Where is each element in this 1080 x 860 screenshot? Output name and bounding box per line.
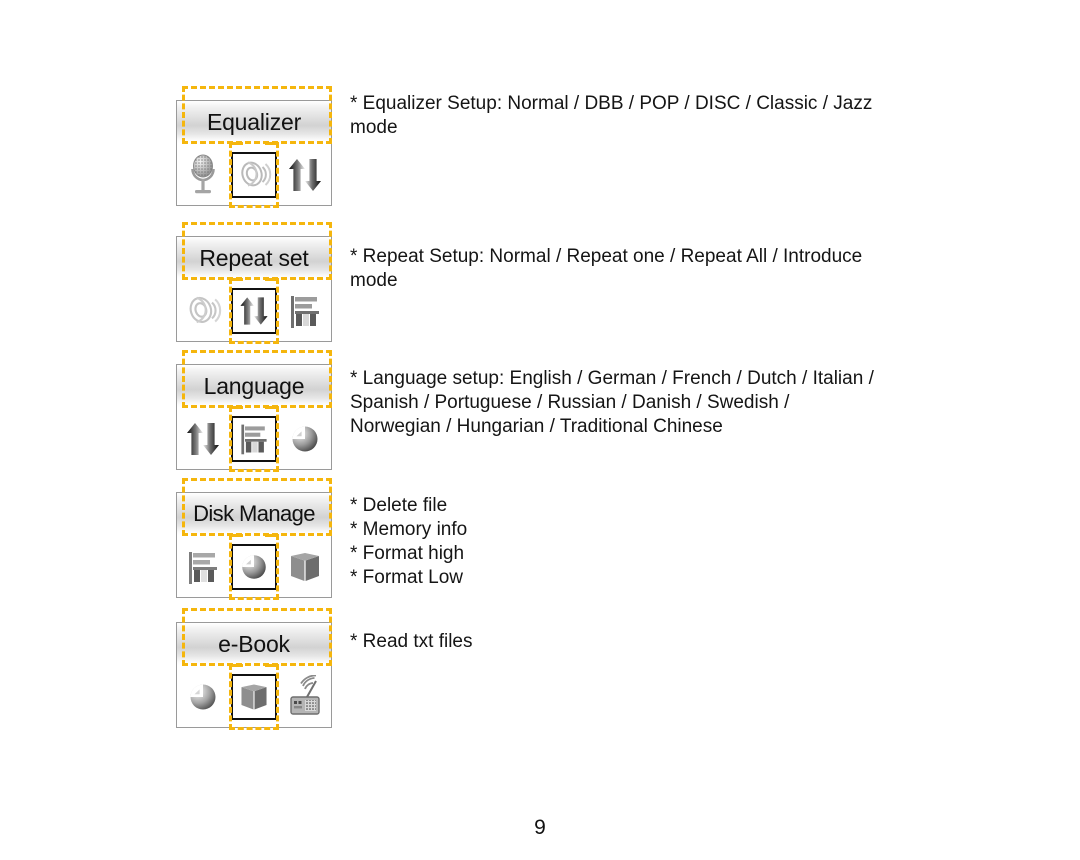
description-line: mode (350, 117, 398, 138)
description-disk-manage: * Delete file * Memory info * Format hig… (350, 494, 770, 590)
icon-slot-previous[interactable] (177, 666, 228, 728)
page-number: 9 (534, 816, 546, 839)
panel-title-label: Disk Manage (193, 501, 315, 526)
icon-slot-previous[interactable] (177, 536, 228, 598)
updown-arrows-icon (183, 417, 223, 461)
panel-title-label: Repeat set (199, 244, 309, 271)
panel-title-disk-manage: Disk Manage (177, 493, 331, 535)
description-line: * Repeat Setup: Normal / Repeat one / Re… (350, 246, 863, 267)
icon-slot-next[interactable] (279, 280, 330, 342)
microphone-icon (183, 153, 223, 197)
description-line: Norwegian / Hungarian / Traditional Chin… (350, 416, 723, 437)
panel-title-label: Equalizer (206, 108, 302, 135)
icon-carousel (177, 144, 331, 206)
description-line: * Language setup: English / German / Fre… (350, 368, 874, 389)
pie-disk-icon (186, 680, 220, 714)
description-line: * Format high (350, 543, 465, 564)
radio-icon (285, 675, 325, 719)
description-line: mode (350, 270, 398, 291)
icon-slot-next[interactable] (279, 408, 330, 470)
description-line: * Equalizer Setup: Normal / DBB / POP / … (350, 93, 873, 114)
flag-chart-icon (183, 546, 223, 588)
device-panel-language: Language (176, 350, 334, 472)
manual-page: Equalizer * Equalizer Setup: Normal / DB… (0, 0, 1080, 860)
description-line: * Read txt files (350, 631, 473, 652)
icon-slot-next[interactable] (279, 666, 330, 728)
pie-disk-icon (288, 422, 322, 456)
description-language: * Language setup: English / German / Fre… (350, 367, 938, 439)
icon-slot-previous[interactable] (177, 280, 228, 342)
icon-slot-selected[interactable] (228, 666, 279, 728)
icon-carousel (177, 408, 331, 470)
description-line: Spanish / Portuguese / Russian / Danish … (350, 392, 790, 413)
selected-icon-box (230, 152, 277, 198)
pie-disk-icon (238, 551, 270, 583)
updown-arrows-icon (285, 153, 325, 197)
description-equalizer: * Equalizer Setup: Normal / DBB / POP / … (350, 92, 938, 140)
flag-chart-icon (236, 420, 272, 458)
icon-slot-selected[interactable] (228, 280, 279, 342)
icon-slot-selected[interactable] (228, 536, 279, 598)
menu-row-equalizer: Equalizer (176, 86, 334, 208)
icon-slot-next[interactable] (279, 144, 330, 206)
icon-slot-previous[interactable] (177, 144, 228, 206)
icon-slot-next[interactable] (279, 536, 330, 598)
speaker-icon (236, 158, 272, 192)
menu-row-disk-manage: Disk Manage (176, 478, 334, 600)
book-icon (286, 548, 324, 586)
icon-carousel (177, 280, 331, 342)
menu-row-e-book: e-Book (176, 608, 334, 730)
panel-title-equalizer: Equalizer (177, 101, 331, 143)
icon-slot-selected[interactable] (228, 408, 279, 470)
description-repeat-set: * Repeat Setup: Normal / Repeat one / Re… (350, 245, 938, 293)
icon-slot-previous[interactable] (177, 408, 228, 470)
panel-title-language: Language (177, 365, 331, 407)
description-line: * Format Low (350, 567, 463, 588)
panel-title-e-book: e-Book (177, 623, 331, 665)
selected-icon-box (230, 288, 277, 334)
selected-icon-box (230, 416, 277, 462)
updown-arrows-icon (237, 292, 271, 330)
icon-slot-selected[interactable] (228, 144, 279, 206)
icon-carousel (177, 666, 331, 728)
device-panel-e-book: e-Book (176, 608, 334, 730)
panel-title-repeat-set: Repeat set (177, 237, 331, 279)
description-e-book: * Read txt files (350, 630, 770, 654)
speaker-icon (184, 293, 222, 329)
selected-icon-box (230, 674, 277, 720)
menu-row-language: Language (176, 350, 334, 472)
description-line: * Memory info (350, 519, 468, 540)
selected-icon-box (230, 544, 277, 590)
description-line: * Delete file (350, 495, 448, 516)
panel-title-label: e-Book (218, 630, 290, 657)
panel-title-label: Language (203, 372, 305, 399)
device-panel-disk-manage: Disk Manage (176, 478, 334, 600)
device-panel-repeat-set: Repeat set (176, 222, 334, 344)
book-icon (237, 680, 271, 714)
flag-chart-icon (285, 290, 325, 332)
menu-row-repeat-set: Repeat set (176, 222, 334, 344)
icon-carousel (177, 536, 331, 598)
device-panel-equalizer: Equalizer (176, 86, 334, 208)
